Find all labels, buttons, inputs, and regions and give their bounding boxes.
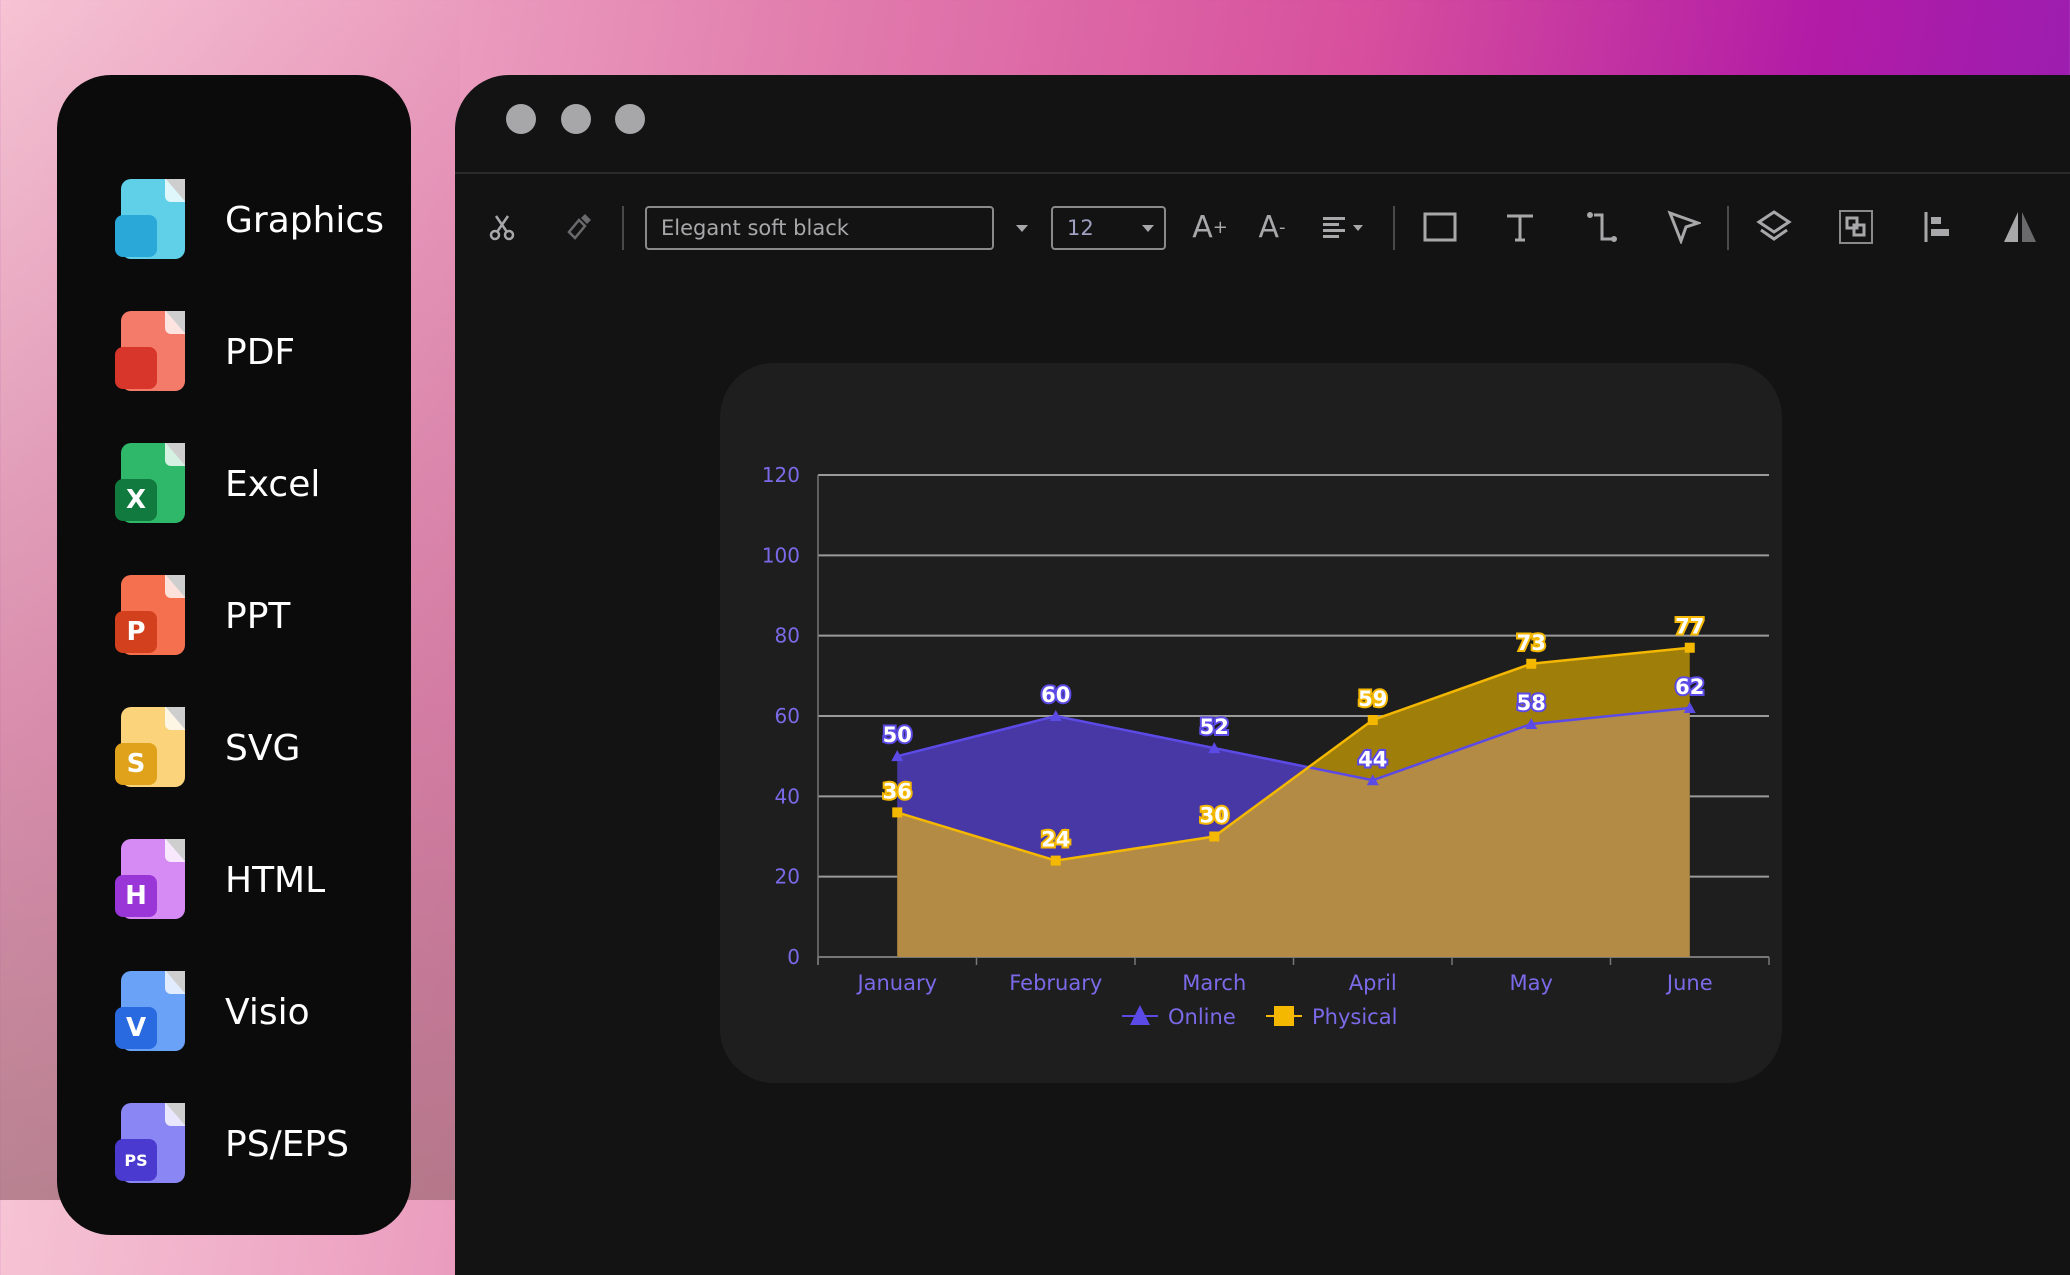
y-tick-label: 80 [775,624,800,648]
online-data-label: 58 [1517,691,1546,715]
online-data-label: 50 [883,723,912,747]
physical-marker [1209,831,1220,842]
online-data-label: 52 [1200,715,1229,739]
online-data-label: 62 [1675,675,1704,699]
physical-data-label: 59 [1358,687,1387,711]
x-tick-label: March [1182,971,1246,995]
physical-marker [1526,658,1537,669]
legend-square-icon [1274,1006,1294,1026]
physical-data-label: 36 [883,779,912,803]
physical-data-label: 24 [1041,828,1070,852]
physical-marker [1684,642,1695,653]
x-tick-label: June [1665,971,1713,995]
y-tick-label: 60 [775,704,800,728]
y-tick-label: 100 [762,543,800,567]
y-tick-label: 0 [787,945,800,969]
legend-label: Online [1168,1005,1236,1029]
physical-marker [892,807,903,818]
x-tick-label: January [855,971,937,995]
online-data-label: 60 [1041,683,1070,707]
x-tick-label: May [1510,971,1553,995]
physical-marker [1050,855,1061,866]
legend-label: Physical [1312,1005,1397,1029]
online-data-label: 44 [1358,747,1387,771]
physical-marker [1367,715,1378,726]
y-tick-label: 20 [775,865,800,889]
y-tick-label: 40 [775,784,800,808]
physical-data-label: 73 [1517,631,1546,655]
physical-data-label: 77 [1675,615,1704,639]
area-chart: 0 20 40 60 80 100 120 January February March April… [762,463,1770,1029]
x-tick-label: April [1349,971,1397,995]
y-tick-label: 120 [762,463,800,487]
x-tick-label: February [1009,971,1102,995]
physical-data-label: 30 [1200,804,1229,828]
